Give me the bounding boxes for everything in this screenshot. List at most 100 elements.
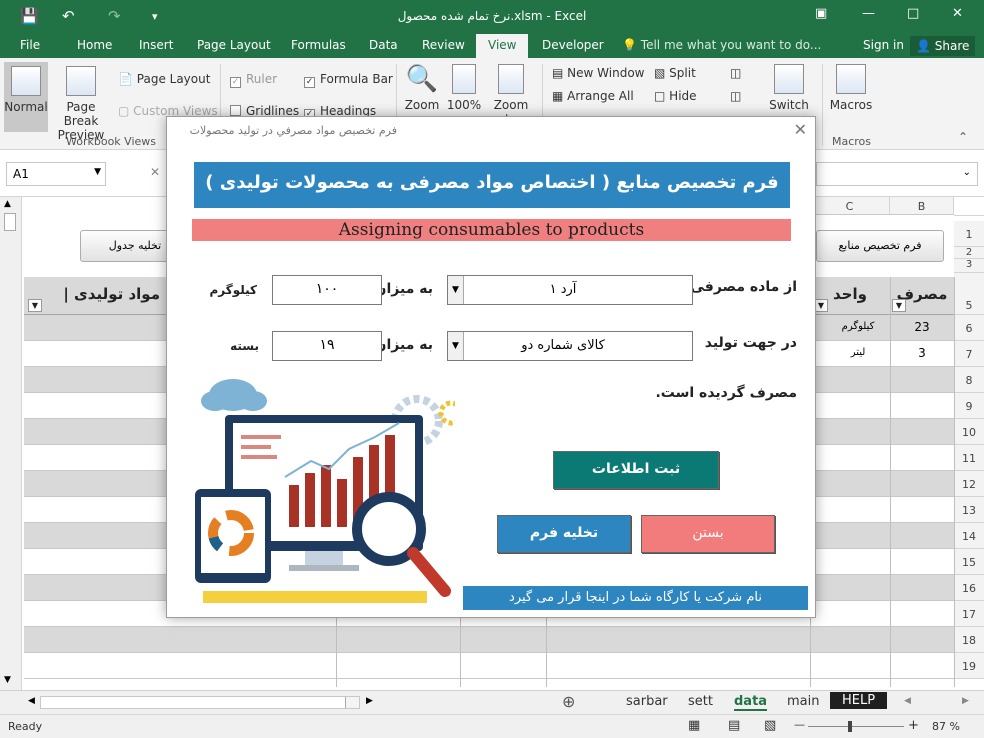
product-select[interactable]: ▼ کالای شماره دو [447, 331, 693, 361]
row-header[interactable]: 8 [954, 367, 984, 393]
arrange-all-button[interactable]: ▦ Arrange All [552, 89, 634, 103]
view-side-by-side-icon[interactable]: ◫ [730, 66, 741, 80]
sheet-nav-left-icon[interactable]: ◀ [904, 696, 911, 706]
ruler-checkbox[interactable]: ✓ Ruler [230, 72, 277, 88]
new-window-button[interactable]: ▤ New Window [552, 66, 644, 80]
sheet-tab-data[interactable]: data [734, 694, 768, 711]
row-header[interactable]: 19 [954, 653, 984, 679]
sheet-tab-sett[interactable]: sett [688, 694, 713, 709]
close-icon[interactable]: ✕ [794, 120, 807, 139]
zoom-button[interactable]: 🔍 Zoom [402, 64, 442, 112]
tab-page-layout[interactable]: Page Layout [197, 38, 271, 52]
zoom-out-icon[interactable]: — [794, 718, 805, 731]
formula-input[interactable]: ⌄ [816, 162, 978, 186]
page-break-preview-button[interactable]: Page Break Preview [50, 66, 112, 142]
macros-button[interactable]: Macros [828, 64, 874, 112]
row-header[interactable]: 2 [954, 247, 984, 259]
sheet-tab-sarbar[interactable]: sarbar [626, 694, 668, 709]
tab-data[interactable]: Data [369, 38, 398, 52]
chevron-down-icon[interactable]: ▼ [448, 332, 464, 360]
switch-windows-button[interactable]: Switch [766, 64, 812, 112]
row-header[interactable]: 10 [954, 419, 984, 445]
zoom-100-button[interactable]: 100% [446, 64, 482, 112]
allocation-form-button[interactable]: فرم تخصیص منابع [816, 230, 944, 262]
row-header[interactable]: 5 [954, 273, 984, 315]
chevron-down-icon[interactable]: ▼ [448, 276, 464, 304]
tab-home[interactable]: Home [77, 38, 112, 52]
zoom-slider-thumb[interactable] [848, 721, 852, 732]
material-select[interactable]: ▼ آرد ۱ [447, 275, 693, 305]
row-header[interactable]: 6 [954, 315, 984, 341]
tab-view[interactable]: View [476, 34, 529, 58]
row-header[interactable]: 14 [954, 523, 984, 549]
sheet-nav-right-icon[interactable]: ▶ [962, 696, 969, 706]
page-break-view-icon[interactable]: ▧ [764, 718, 776, 733]
row-header[interactable]: 3 [954, 259, 984, 273]
cancel-formula-icon[interactable]: ✕ [150, 165, 160, 179]
horizontal-scroll-thumb[interactable] [345, 697, 359, 708]
close-icon[interactable]: ✕ [952, 6, 963, 21]
row-header[interactable]: 15 [954, 549, 984, 575]
row-header[interactable]: 18 [954, 627, 984, 653]
name-box[interactable]: A1 ▼ [6, 162, 106, 186]
tab-formulas[interactable]: Formulas [291, 38, 346, 52]
tab-file[interactable]: File [20, 38, 40, 52]
row-header[interactable]: 17 [954, 601, 984, 627]
zoom-slider[interactable] [808, 721, 904, 732]
column-header-c[interactable]: C [810, 197, 890, 215]
unit-label: بسته [230, 339, 259, 353]
filter-dropdown-icon[interactable]: ▼ [892, 299, 906, 312]
row-header[interactable]: 11 [954, 445, 984, 471]
cell-consumption: 3 [918, 346, 926, 360]
sheet-tab-help[interactable]: HELP [830, 692, 888, 709]
row-header[interactable]: 12 [954, 471, 984, 497]
filter-dropdown-icon[interactable]: ▼ [814, 299, 828, 312]
sync-scrolling-icon[interactable]: ◫ [730, 89, 741, 103]
scroll-down-icon[interactable]: ▼ [4, 675, 11, 685]
row-header[interactable]: 1 [954, 221, 984, 247]
maximize-icon[interactable]: □ [907, 6, 919, 21]
collapse-ribbon-icon[interactable]: ⌃ [958, 130, 968, 144]
sheet-tab-main[interactable]: main [787, 694, 819, 709]
scroll-up-icon[interactable]: ▲ [4, 199, 11, 209]
formula-bar-checkbox[interactable]: ✓ Formula Bar [304, 72, 393, 88]
sign-in-link[interactable]: Sign in [863, 38, 904, 52]
zoom-level[interactable]: 87 % [932, 720, 960, 733]
zoom-in-icon[interactable]: + [908, 718, 919, 733]
chevron-down-icon[interactable]: ▼ [94, 167, 101, 177]
horizontal-scrollbar[interactable] [40, 696, 360, 709]
tab-review[interactable]: Review [422, 38, 465, 52]
normal-view-button[interactable]: Normal [4, 62, 48, 132]
row-header[interactable]: 16 [954, 575, 984, 601]
scroll-right-icon[interactable]: ▶ [366, 696, 373, 706]
share-button[interactable]: 👤 Share [910, 36, 976, 56]
close-button[interactable]: بستن [641, 515, 775, 553]
tell-me-search[interactable]: 💡 Tell me what you want to do... [622, 38, 821, 52]
add-sheet-icon[interactable]: ⊕ [562, 692, 575, 711]
tab-developer[interactable]: Developer [542, 38, 604, 52]
column-header-b[interactable]: B [890, 197, 954, 215]
ruler-icon [203, 591, 427, 603]
normal-view-icon[interactable]: ▦ [688, 718, 700, 733]
amount-input[interactable]: ۱۰۰ [272, 275, 382, 305]
page-layout-view-button[interactable]: 📄 Page Layout [118, 72, 210, 86]
save-button[interactable]: ثبت اطلاعات [553, 451, 719, 489]
ribbon-display-icon[interactable]: ▣ [815, 6, 827, 21]
split-button[interactable]: ▧ Split [654, 66, 696, 80]
vertical-scroll-thumb[interactable] [4, 213, 16, 231]
scroll-left-icon[interactable]: ◀ [28, 696, 35, 706]
minimize-icon[interactable]: — [862, 6, 875, 21]
filter-dropdown-icon[interactable]: ▼ [28, 299, 42, 312]
row-header[interactable]: 13 [954, 497, 984, 523]
vertical-scrollbar[interactable]: ▲ ▼ [0, 197, 22, 691]
quantity-input[interactable]: ۱۹ [272, 331, 382, 361]
tab-insert[interactable]: Insert [139, 38, 173, 52]
clear-form-button[interactable]: تخلیه فرم [497, 515, 631, 553]
expand-formula-icon[interactable]: ⌄ [963, 167, 971, 178]
table-row[interactable] [24, 627, 954, 653]
row-header[interactable]: 9 [954, 393, 984, 419]
page-layout-view-icon[interactable]: ▤ [728, 718, 740, 733]
row-header[interactable]: 7 [954, 341, 984, 367]
table-row[interactable] [24, 653, 954, 679]
hide-button[interactable]: □ Hide [654, 89, 697, 103]
